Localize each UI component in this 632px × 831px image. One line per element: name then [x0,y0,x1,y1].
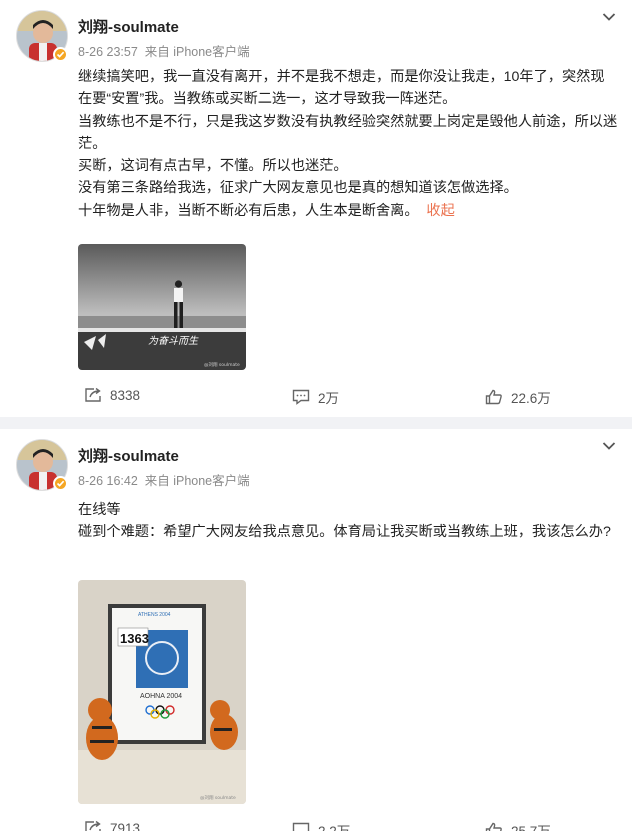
thumbs-up-icon [485,822,502,831]
post-line: 买断，这词有点古早，不懂。所以也迷茫。 [78,158,348,175]
collapse-link[interactable]: 收起 [426,203,454,219]
post-divider [0,417,632,429]
post-line: 当教练也不是不行，只是我这岁数没有执教经验突然就要上岗定是毁他人前途，所以迷茫。 [78,113,618,152]
post-line: 在线等 [78,502,121,518]
post-text: 在线等 碰到个难题：希望广大网友给我点意见。体育局让我买断或当教练上班，我该怎么… [78,499,618,544]
post-image[interactable]: 1363 ATHENS 2004 AOHNA 2004 @刘翔 soulmate [78,580,246,804]
comment-icon [292,822,310,831]
weibo-post-1: 刘翔-soulmate 8-26 23:57 来自 iPhone客户端 继续搞笑… [0,0,632,417]
post-meta: 8-26 16:42 来自 iPhone客户端 [78,470,250,489]
post-line: 十年物是人非，当断不断必有后患，人生本是断舍离。 收起 [78,202,455,219]
post-image[interactable]: 为奋斗而生 @刘翔 soulmate [78,244,246,370]
image-athens-top: ATHENS 2004 [138,612,171,618]
repost-button[interactable]: 7913 [84,820,140,831]
post-time[interactable]: 8-26 16:42 [78,474,138,488]
chevron-down-icon[interactable] [602,441,616,451]
comment-icon [292,389,310,405]
post-text: 继续搞笑吧，我一直没有离开，并不是我不想走，而是你没让我走，10年了，突然现在要… [78,66,618,222]
chevron-down-icon[interactable] [602,12,616,22]
image-athens: AOHNA 2004 [140,693,182,700]
repost-icon [85,387,101,402]
repost-button[interactable]: 8338 [84,387,140,403]
post-line: 没有第三条路给我选，征求广大网友意见也是真的想知道该怎做选择。 [78,180,518,197]
like-count: 25.7万 [511,820,551,831]
thumbs-up-icon [485,389,502,405]
comment-button[interactable]: 2万 [292,387,339,407]
comment-count: 2.2万 [318,820,350,831]
action-bar: 8338 2万 22.6万 [0,387,632,407]
post-line: 碰到个难题：希望广大网友给我点意见。体育局让我买断或当教练上班，我该怎么办? [78,524,611,541]
watermark: @刘翔 soulmate [200,794,236,801]
repost-count: 8338 [110,387,141,403]
post-line: 继续搞笑吧，我一直没有离开，并不是我不想走，而是你没让我走，10年了，突然现在要… [78,69,605,108]
weibo-post-2: 刘翔-soulmate 8-26 16:42 来自 iPhone客户端 在线等 … [0,429,632,831]
post-meta: 8-26 23:57 来自 iPhone客户端 [78,41,250,60]
comment-button[interactable]: 2.2万 [292,820,350,831]
author-name[interactable]: 刘翔-soulmate [78,445,179,466]
comment-count: 2万 [318,391,340,406]
watermark: @刘翔 soulmate [204,361,240,368]
post-source: 来自 iPhone客户端 [144,474,250,488]
verified-badge-icon [53,476,68,491]
like-count: 22.6万 [511,391,551,406]
like-button[interactable]: 25.7万 [485,820,551,831]
repost-count: 7913 [110,820,141,831]
post-source: 来自 iPhone客户端 [144,45,250,59]
image-caption: 为奋斗而生 [148,335,199,347]
like-button[interactable]: 22.6万 [485,387,551,407]
post-time[interactable]: 8-26 23:57 [78,45,138,59]
bib-number: 1363 [120,631,149,646]
author-name[interactable]: 刘翔-soulmate [78,16,179,37]
repost-icon [85,820,101,831]
verified-badge-icon [53,47,68,62]
action-bar: 7913 2.2万 25.7万 [0,820,632,831]
